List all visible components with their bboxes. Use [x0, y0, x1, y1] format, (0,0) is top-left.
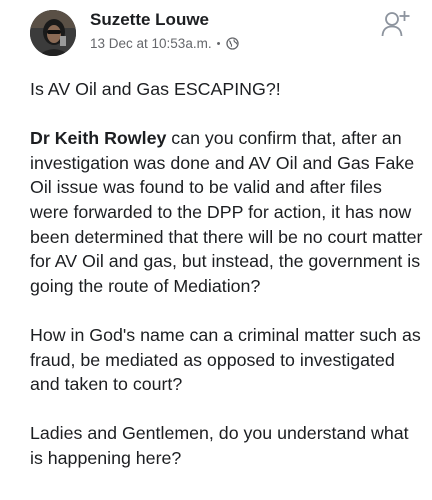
post-header: Suzette Louwe 13 Dec at 10:53a.m. • — [0, 0, 432, 70]
post-paragraph-4: Ladies and Gentlemen, do you understand … — [30, 423, 409, 468]
mentioned-name[interactable]: Dr Keith Rowley — [30, 128, 166, 148]
post-paragraph-2-text: can you confirm that, after an investiga… — [30, 128, 423, 296]
post-body: Is AV Oil and Gas ESCAPING?! Dr Keith Ro… — [30, 77, 425, 495]
post-paragraph-2: Dr Keith Rowley can you confirm that, af… — [30, 126, 425, 298]
add-friend-icon[interactable] — [381, 8, 411, 38]
author-name[interactable]: Suzette Louwe — [90, 10, 209, 30]
post-paragraph-1: Is AV Oil and Gas ESCAPING?! — [30, 79, 281, 99]
meta-separator: • — [216, 37, 221, 50]
post-paragraph-3: How in God's name can a criminal matter … — [30, 324, 421, 395]
avatar[interactable] — [30, 10, 76, 56]
globe-icon[interactable] — [226, 37, 240, 50]
post-meta: 13 Dec at 10:53a.m. • — [90, 36, 240, 51]
post-timestamp[interactable]: 13 Dec at 10:53a.m. — [90, 36, 212, 51]
avatar-image — [30, 10, 76, 56]
